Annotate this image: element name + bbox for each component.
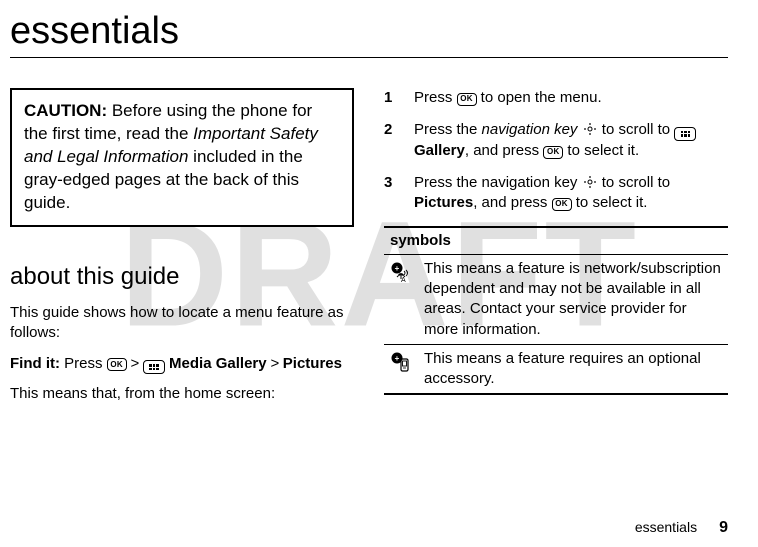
step-2: 2 Press the navigation key to scroll to … bbox=[384, 120, 728, 161]
accessory-icon: + bbox=[384, 344, 418, 394]
find-it-gt2: > bbox=[267, 355, 283, 372]
step-2-mid: to scroll to bbox=[602, 121, 675, 138]
symbols-header: symbols bbox=[384, 227, 728, 255]
svg-text:+: + bbox=[395, 264, 400, 273]
step-3-number: 3 bbox=[384, 173, 414, 214]
title-rule bbox=[10, 57, 728, 58]
step-2-target: Gallery bbox=[414, 142, 465, 159]
step-1-pre: Press bbox=[414, 89, 457, 106]
steps-list: 1 Press OK to open the menu. 2 Press the… bbox=[384, 88, 728, 214]
step-1-post: to open the menu. bbox=[477, 89, 602, 106]
step-3-mid: to scroll to bbox=[598, 174, 671, 191]
svg-text:A: A bbox=[401, 277, 406, 283]
about-paragraph-2: This means that, from the home screen: bbox=[10, 384, 354, 404]
symbols-row-2-text: This means a feature requires an optiona… bbox=[418, 344, 728, 394]
network-icon: + A bbox=[384, 254, 418, 344]
step-3-pre: Press the navigation key bbox=[414, 174, 582, 191]
step-2-post: to select it. bbox=[563, 142, 639, 159]
symbols-row-1-text: This means a feature is network/subscrip… bbox=[418, 254, 728, 344]
about-heading: about this guide bbox=[10, 261, 354, 293]
about-paragraph-1: This guide shows how to locate a menu fe… bbox=[10, 303, 354, 344]
find-it-gt1: > bbox=[127, 355, 143, 372]
step-2-press: , and press bbox=[465, 142, 543, 159]
caution-label: CAUTION: bbox=[24, 101, 107, 120]
step-1-body: Press OK to open the menu. bbox=[414, 88, 728, 108]
step-2-navlabel: navigation key bbox=[482, 121, 578, 138]
nav-key-icon bbox=[582, 175, 598, 189]
find-it-pictures: Pictures bbox=[283, 355, 342, 372]
step-2-number: 2 bbox=[384, 120, 414, 161]
content-columns: CAUTION: Before using the phone for the … bbox=[10, 88, 728, 414]
page-title: essentials bbox=[10, 10, 728, 53]
page-footer: essentials 9 bbox=[635, 519, 728, 537]
caution-box: CAUTION: Before using the phone for the … bbox=[10, 88, 354, 227]
step-2-body: Press the navigation key to scroll to Ga… bbox=[414, 120, 728, 161]
left-column: CAUTION: Before using the phone for the … bbox=[10, 88, 354, 414]
find-it-press: Press bbox=[60, 355, 107, 372]
step-3-press: , and press bbox=[473, 194, 551, 211]
symbols-table: symbols + A This means a feature is netw… bbox=[384, 226, 728, 396]
find-it-line: Find it: Press OK > Media Gallery > Pict… bbox=[10, 354, 354, 375]
step-1: 1 Press OK to open the menu. bbox=[384, 88, 728, 108]
step-3-body: Press the navigation key to scroll to Pi… bbox=[414, 173, 728, 214]
step-1-number: 1 bbox=[384, 88, 414, 108]
menu-key-icon bbox=[674, 127, 696, 141]
nav-key-icon bbox=[582, 122, 598, 136]
ok-key-icon: OK bbox=[457, 93, 477, 106]
right-column: 1 Press OK to open the menu. 2 Press the… bbox=[384, 88, 728, 414]
step-3-post: to select it. bbox=[572, 194, 648, 211]
ok-key-icon: OK bbox=[552, 198, 572, 211]
menu-key-icon bbox=[143, 360, 165, 374]
ok-key-icon: OK bbox=[543, 146, 563, 159]
step-3: 3 Press the navigation key to scroll to … bbox=[384, 173, 728, 214]
find-it-media-gallery: Media Gallery bbox=[165, 355, 267, 372]
svg-text:+: + bbox=[395, 354, 400, 363]
table-row: + This means a feature requires an optio… bbox=[384, 344, 728, 394]
ok-key-icon: OK bbox=[107, 358, 127, 371]
find-it-label: Find it: bbox=[10, 355, 60, 372]
footer-label: essentials bbox=[635, 519, 697, 535]
step-2-pre: Press the bbox=[414, 121, 482, 138]
step-3-target: Pictures bbox=[414, 194, 473, 211]
table-row: + A This means a feature is network/subs… bbox=[384, 254, 728, 344]
footer-page-number: 9 bbox=[719, 519, 728, 536]
